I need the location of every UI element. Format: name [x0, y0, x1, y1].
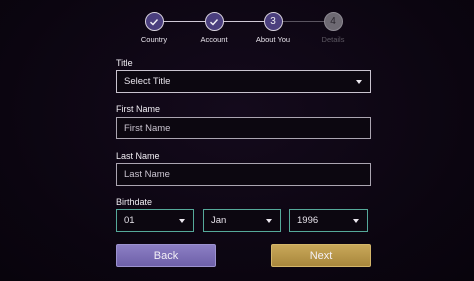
birthdate-label: Birthdate [116, 197, 153, 207]
step-number: 3 [263, 12, 283, 31]
last-name-placeholder: Last Name [124, 169, 170, 180]
title-select-value: Select Title [124, 76, 171, 87]
birth-day-select[interactable]: 01 [116, 209, 194, 232]
title-label: Title [116, 58, 133, 68]
first-name-field[interactable]: First Name [116, 117, 371, 139]
step-number: 4 [323, 12, 343, 31]
check-icon [204, 12, 224, 31]
chevron-down-icon [356, 79, 362, 84]
birth-year-select[interactable]: 1996 [289, 209, 368, 232]
first-name-label: First Name [116, 104, 161, 114]
check-icon [144, 12, 164, 31]
title-select[interactable]: Select Title [116, 70, 371, 93]
birth-year-value: 1996 [297, 215, 319, 226]
back-button[interactable]: Back [116, 244, 216, 267]
registration-page: Country Account 3 About You 4 Details Ti… [0, 0, 474, 281]
birth-month-select[interactable]: Jan [203, 209, 281, 232]
chevron-down-icon [353, 218, 359, 223]
next-button[interactable]: Next [271, 244, 371, 267]
chevron-down-icon [179, 218, 185, 223]
progress-stepper: Country Account 3 About You 4 Details [130, 10, 360, 44]
chevron-down-icon [266, 218, 272, 223]
first-name-placeholder: First Name [124, 122, 171, 134]
last-name-label: Last Name [116, 151, 160, 161]
step-details[interactable]: 4 Details [293, 10, 373, 44]
birth-day-value: 01 [124, 215, 135, 226]
birth-month-value: Jan [211, 215, 227, 226]
last-name-field[interactable]: Last Name [116, 163, 371, 186]
step-label: Details [321, 35, 345, 44]
